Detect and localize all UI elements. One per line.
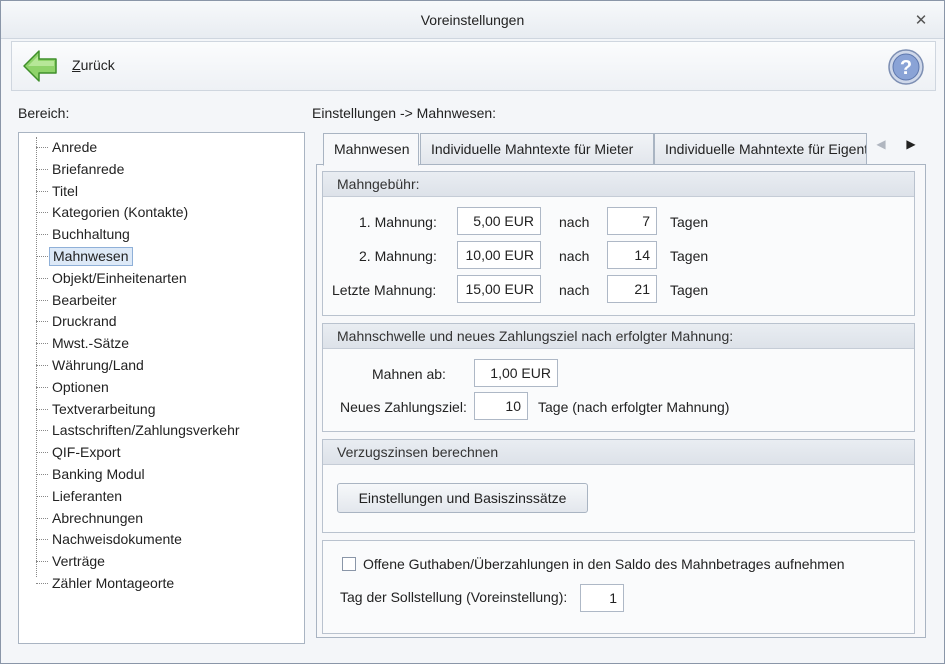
nach-label: nach (559, 282, 590, 298)
mahnung-1-label: 1. Mahnung: (359, 214, 437, 230)
mahnung-letzte-amount-field[interactable]: 15,00 EUR (457, 275, 541, 303)
back-button[interactable]: Zurück (22, 48, 132, 84)
mahnung-1-amount-field[interactable]: 5,00 EUR (457, 207, 541, 235)
sidebar-item-label: Zähler Montageorte (52, 575, 175, 591)
sidebar-item[interactable]: Druckrand (19, 311, 299, 331)
sidebar-item-label: Mwst.-Sätze (52, 335, 130, 352)
tagen-label: Tagen (670, 214, 709, 230)
sidebar-item-label: QIF-Export (52, 444, 121, 461)
tab-mahnwesen[interactable]: Mahnwesen (323, 133, 419, 166)
sidebar-item-label: Druckrand (52, 313, 117, 330)
mahngebuehr-header: Mahngebühr: (323, 172, 914, 197)
verzugszinsen-header: Verzugszinsen berechnen (323, 440, 914, 465)
sidebar-item[interactable]: Titel (19, 181, 299, 201)
sidebar-item-label: Anrede (52, 139, 98, 155)
preferences-window: Voreinstellungen ✕ Zurück ? Bereich: Ein… (0, 0, 945, 664)
sidebar-item-label: Kategorien (Kontakte) (52, 204, 189, 221)
tab-mahntexte-eigentuemer[interactable]: Individuelle Mahntexte für Eigentümer (654, 133, 867, 165)
settings-tree: Anrede Briefanrede Titel Kategorien (Kontak… (18, 132, 305, 644)
sidebar-item[interactable]: Objekt/Einheitenarten (19, 268, 299, 288)
sidebar-item[interactable]: QIF-Export (19, 442, 299, 462)
sidebar-item-label: Titel (52, 182, 78, 199)
mahnung-2-label: 2. Mahnung: (359, 248, 437, 264)
sidebar-item-label: Textverarbeitung (52, 400, 156, 417)
mahnen-ab-field[interactable]: 1,00 EUR (474, 359, 558, 387)
zahlungsziel-label: Neues Zahlungsziel: (340, 399, 467, 415)
mahnen-ab-label: Mahnen ab: (372, 366, 446, 382)
mahnung-letzte-days-field[interactable]: 21 (607, 275, 657, 303)
breadcrumb: Einstellungen -> Mahnwesen: (312, 105, 497, 121)
tagen-label: Tagen (670, 248, 709, 264)
sidebar-item-label: Buchhaltung (52, 226, 130, 243)
sidebar-item[interactable]: Kategorien (Kontakte) (19, 202, 299, 222)
close-icon[interactable]: ✕ (912, 12, 930, 30)
sidebar-item[interactable]: Abrechnungen (19, 508, 299, 528)
sollstellung-field[interactable]: 1 (580, 584, 624, 612)
sidebar-item[interactable]: Verträge (19, 551, 299, 571)
sidebar-item[interactable]: Mwst.-Sätze (19, 333, 299, 353)
sidebar-item-label: Lieferanten (52, 487, 123, 504)
svg-text:?: ? (900, 57, 912, 79)
zahlungsziel-suffix: Tage (nach erfolgter Mahnung) (538, 399, 730, 415)
tab-scroll-left-icon[interactable]: ◀ (872, 135, 890, 153)
sidebar-item[interactable]: Bearbeiter (19, 290, 299, 310)
sidebar-item[interactable]: Buchhaltung (19, 224, 299, 244)
tab-scroll-right-icon[interactable]: ▶ (902, 135, 920, 153)
mahnung-1-days-field[interactable]: 7 (607, 207, 657, 235)
sidebar-item-label: Währung/Land (52, 357, 144, 373)
basiszins-settings-button[interactable]: Einstellungen und Basiszinssätze (337, 483, 588, 513)
sidebar-item[interactable]: Optionen (19, 377, 299, 397)
mahnschwelle-header: Mahnschwelle und neues Zahlungsziel nach… (323, 324, 914, 349)
sidebar-item-label: Objekt/Einheitenarten (52, 269, 187, 286)
sidebar-item[interactable]: Textverarbeitung (19, 399, 299, 419)
sidebar-item[interactable]: Anrede (19, 137, 299, 157)
sidebar-item-label: Nachweisdokumente (52, 531, 182, 548)
sidebar-item-label: Lastschriften/Zahlungsverkehr (52, 422, 240, 439)
sidebar-item-label: Verträge (52, 553, 105, 570)
mahnung-2-amount-field[interactable]: 10,00 EUR (457, 241, 541, 269)
sidebar-item[interactable]: Nachweisdokumente (19, 529, 299, 549)
sidebar-item[interactable]: Lieferanten (19, 486, 299, 506)
sidebar-item[interactable]: Mahnwesen (19, 246, 299, 266)
toolbar: Zurück ? (11, 41, 936, 91)
sidebar-item[interactable]: Briefanrede (19, 159, 299, 179)
sidebar-item-label: Abrechnungen (52, 509, 144, 526)
zahlungsziel-field[interactable]: 10 (474, 392, 528, 420)
sidebar-item-label: Briefanrede (52, 160, 125, 177)
sidebar-item-label: Optionen (52, 378, 109, 395)
mahnung-2-days-field[interactable]: 14 (607, 241, 657, 269)
sollstellung-label: Tag der Sollstellung (Voreinstellung): (340, 589, 568, 605)
sidebar-item-label: Banking Modul (52, 466, 145, 482)
guthaben-checkbox[interactable] (342, 557, 356, 571)
back-arrow-icon (23, 50, 57, 82)
nach-label: nach (559, 248, 590, 264)
window-title: Voreinstellungen (420, 12, 525, 28)
sidebar-item[interactable]: Lastschriften/Zahlungsverkehr (19, 420, 299, 440)
sidebar-item-label: Bearbeiter (52, 291, 117, 308)
sidebar-item[interactable]: Zähler Montageorte (19, 573, 299, 593)
help-icon[interactable]: ? (887, 48, 925, 86)
tagen-label: Tagen (670, 282, 709, 298)
nach-label: nach (559, 214, 590, 230)
guthaben-checkbox-label: Offene Guthaben/Überzahlungen in den Sal… (363, 556, 845, 572)
bereich-label: Bereich: (18, 105, 70, 121)
sidebar-item[interactable]: Banking Modul (19, 464, 299, 484)
back-label: Zurück (72, 57, 115, 73)
tab-mahntexte-mieter[interactable]: Individuelle Mahntexte für Mieter (420, 133, 654, 165)
title-bar: Voreinstellungen ✕ (1, 1, 944, 39)
mahnung-letzte-label: Letzte Mahnung: (332, 282, 437, 298)
sidebar-item-label: Mahnwesen (49, 247, 133, 266)
sidebar-item[interactable]: Währung/Land (19, 355, 299, 375)
